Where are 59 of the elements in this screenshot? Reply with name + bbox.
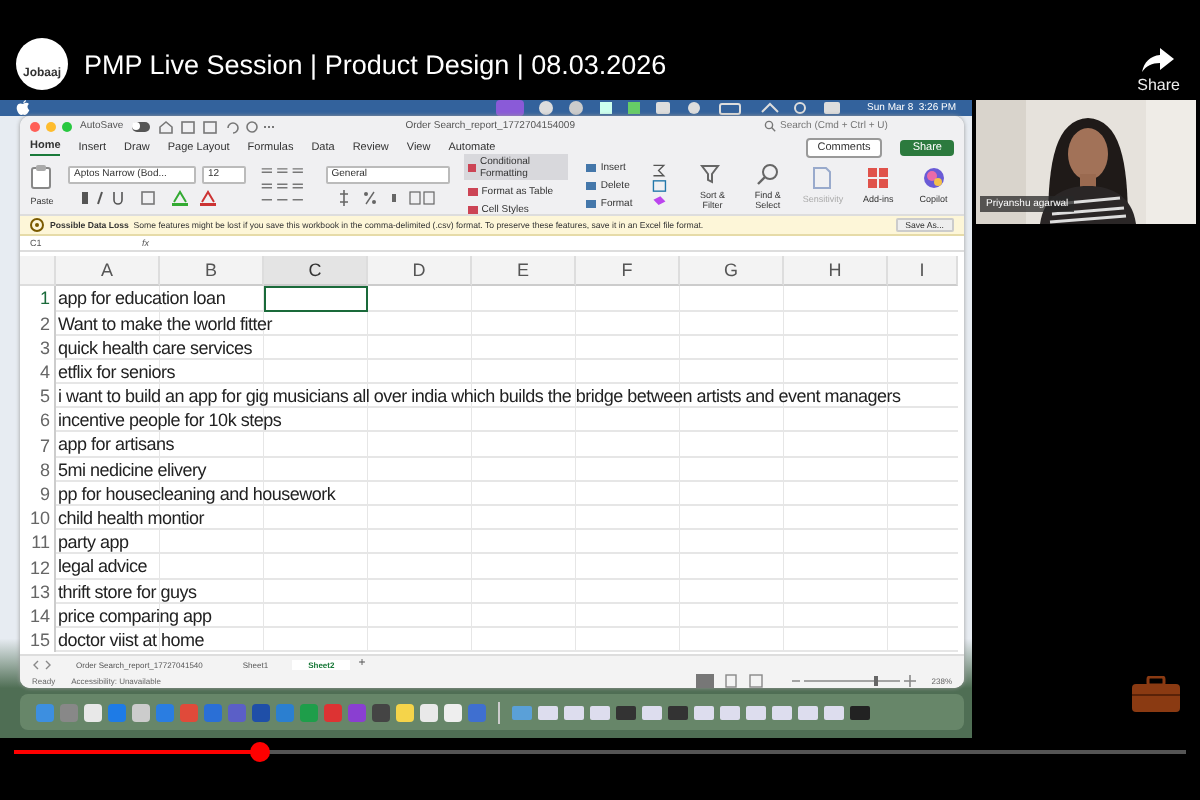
cell-text: quick health care services [58,335,253,360]
briefcase-icon[interactable] [1132,676,1180,712]
column-header[interactable]: I [888,256,958,287]
autosave-toggle[interactable] [131,121,150,132]
row-number[interactable]: 2 [20,311,56,336]
selected-cell[interactable] [264,286,368,312]
cell-text: app for artisans [58,432,175,457]
row-number[interactable]: 15 [20,627,56,653]
row-number[interactable]: 1 [20,286,56,312]
warning-icon [30,217,44,232]
document-icon [810,166,835,191]
cell-text: app for education loan [58,286,226,311]
zoom-in-icon[interactable] [903,673,916,688]
row-number[interactable]: 11 [20,530,56,555]
cell-text: child health montior [58,506,205,531]
column-header[interactable]: C [264,256,368,287]
clipboard-icon [30,164,54,191]
column-header[interactable]: H [784,256,888,287]
video-title: PMP Live Session | Product Design | 08.03.2026 [84,49,669,79]
cell-text: pp for housecleaning and housework [58,481,336,506]
share-button[interactable]: Share [1137,47,1180,93]
column-header[interactable]: F [576,256,680,287]
cell-text: price comparing app [58,603,212,628]
row-number[interactable]: 13 [20,579,56,604]
cell-text: party app [58,530,129,555]
toolbar-icons-drawing[interactable] [157,119,278,134]
column-header[interactable]: D [368,256,472,287]
row-number[interactable]: 8 [20,457,56,482]
cell-text: incentive people for 10k steps [58,408,282,433]
zoom-slider[interactable] [803,673,900,688]
window-controls-icon[interactable] [30,121,72,132]
cell-text: doctor viist at home [58,627,205,652]
apple-icon[interactable] [16,100,30,116]
search-icon [755,161,780,186]
row-number[interactable]: 4 [20,359,56,385]
colorful-circle-icon [921,166,946,191]
row-number[interactable]: 7 [20,432,56,458]
row-number[interactable]: 12 [20,554,56,580]
row-number[interactable]: 10 [20,506,56,531]
sheet-scroll-icon[interactable] [32,659,52,670]
column-header[interactable]: B [160,256,264,287]
funnel-icon [700,161,725,186]
column-header[interactable]: A [56,256,160,287]
row-number[interactable]: 6 [20,408,56,433]
grid-icon [866,166,891,191]
column-header[interactable]: E [472,256,576,287]
row-number[interactable]: 5 [20,384,56,409]
row-number[interactable]: 14 [20,603,56,628]
cell-text: etflix for seniors [58,359,176,384]
number-format-icons-drawing[interactable] [337,189,438,206]
row-number[interactable]: 3 [20,335,56,360]
column-header[interactable]: G [680,256,784,287]
cell-text: i want to build an app for gig musicians all over india which builds the bridge between artists and event managers [58,384,901,409]
search-icon [764,120,776,133]
cell-text: thrift store for guys [58,579,197,604]
row-number[interactable]: 9 [20,481,56,507]
cell-text: Want to make the world fitter [58,311,272,336]
cell-text: 5mi nedicine elivery [58,457,207,482]
cell-text: legal advice [58,554,148,579]
